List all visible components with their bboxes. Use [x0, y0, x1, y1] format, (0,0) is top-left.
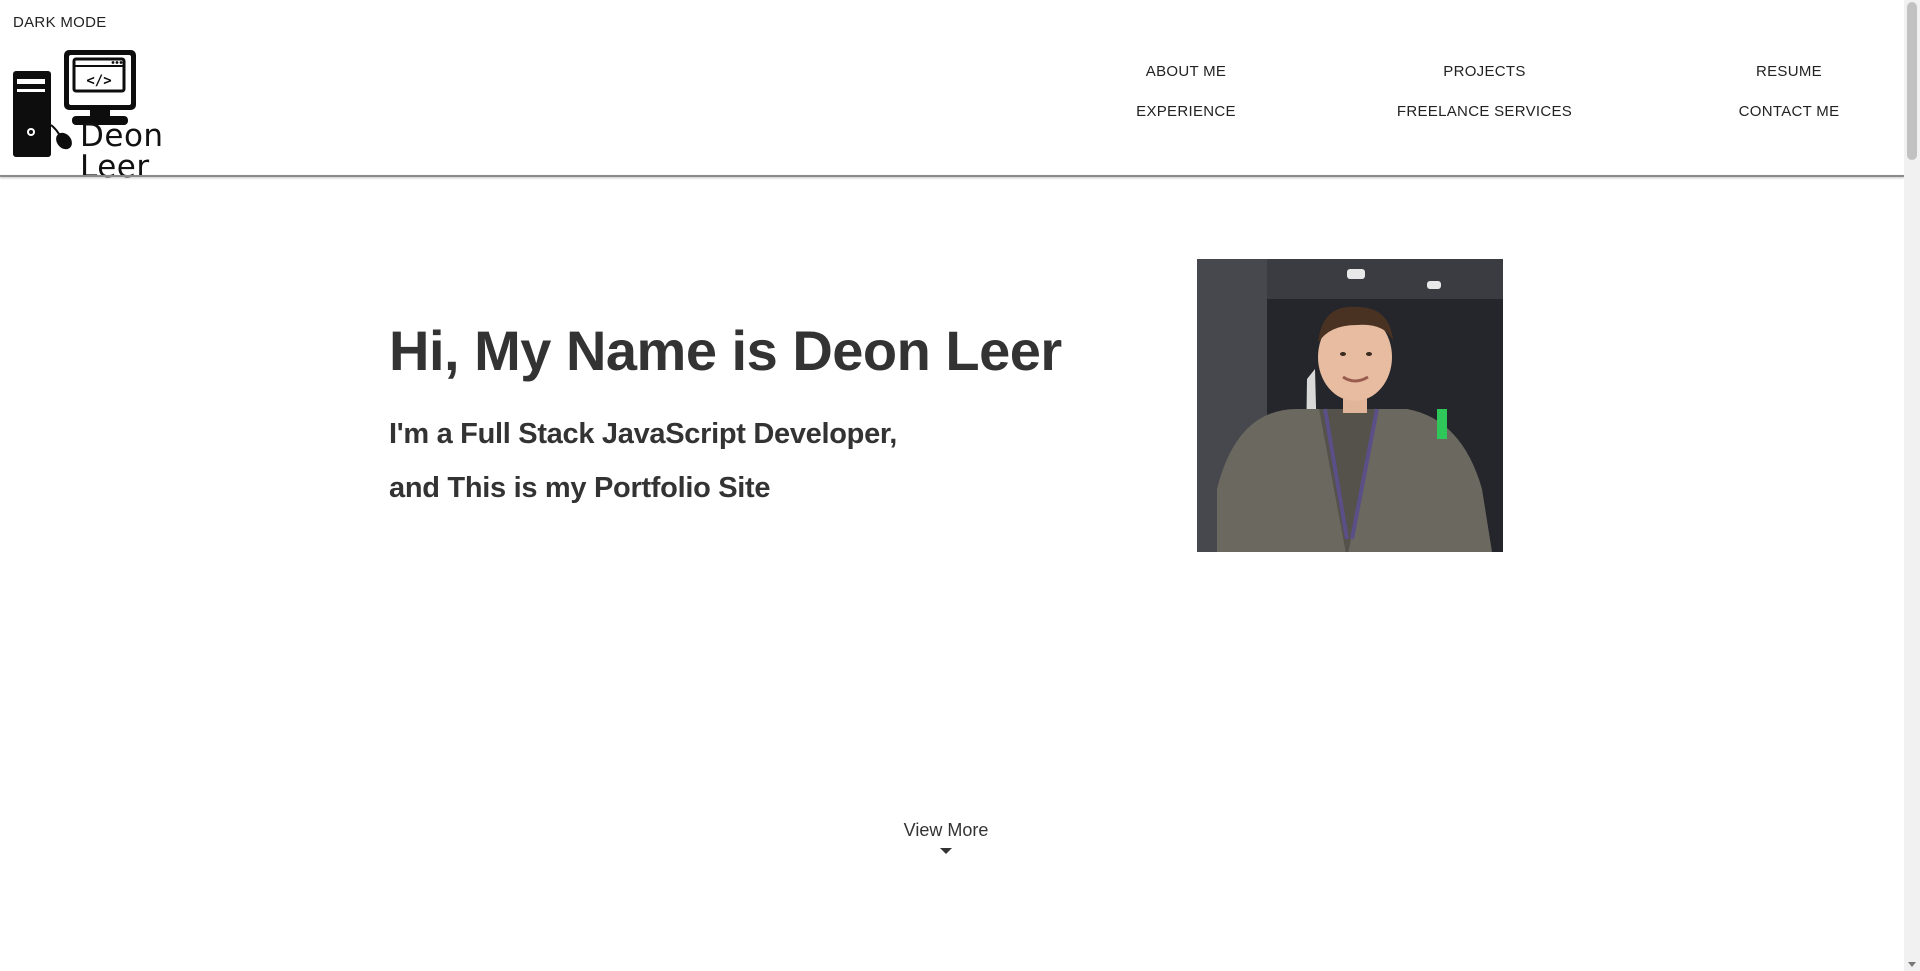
- hero-subtitle-line-1: I'm a Full Stack JavaScript Developer,: [389, 418, 898, 450]
- svg-text:</>: </>: [86, 73, 111, 89]
- nav-contact-me[interactable]: CONTACT ME: [1683, 102, 1895, 122]
- view-more-button[interactable]: View More: [846, 820, 1046, 854]
- hero-subtitle-line-2: and This is my Portfolio Site: [389, 472, 771, 504]
- scroll-down-arrow-icon[interactable]: [1908, 962, 1916, 967]
- logo-text: Deon Leer: [80, 118, 164, 185]
- dark-mode-toggle[interactable]: DARK MODE: [13, 14, 107, 31]
- scrollbar-thumb[interactable]: [1907, 2, 1917, 160]
- nav-experience[interactable]: EXPERIENCE: [1086, 102, 1286, 122]
- nav-about-me[interactable]: ABOUT ME: [1086, 62, 1286, 82]
- site-logo[interactable]: </> Deon Leer: [12, 49, 234, 183]
- nav-resume[interactable]: RESUME: [1683, 62, 1895, 82]
- caret-down-icon: [940, 848, 952, 854]
- hero-title: Hi, My Name is Deon Leer: [389, 319, 1062, 382]
- page: DARK MODE </> Deon Leer ABOUT ME PROJECT…: [0, 0, 1920, 971]
- profile-photo-illustration: [1197, 259, 1503, 552]
- profile-photo: [1197, 259, 1503, 552]
- main-nav: ABOUT ME PROJECTS RESUME EXPERIENCE FREE…: [1086, 62, 1892, 122]
- viewport: DARK MODE </> Deon Leer ABOUT ME PROJECT…: [0, 0, 1904, 971]
- nav-projects[interactable]: PROJECTS: [1322, 62, 1647, 82]
- header-divider: [0, 175, 1904, 177]
- nav-freelance-services[interactable]: FREELANCE SERVICES: [1322, 102, 1647, 122]
- page-scrollbar[interactable]: [1904, 0, 1920, 971]
- view-more-label: View More: [903, 820, 989, 840]
